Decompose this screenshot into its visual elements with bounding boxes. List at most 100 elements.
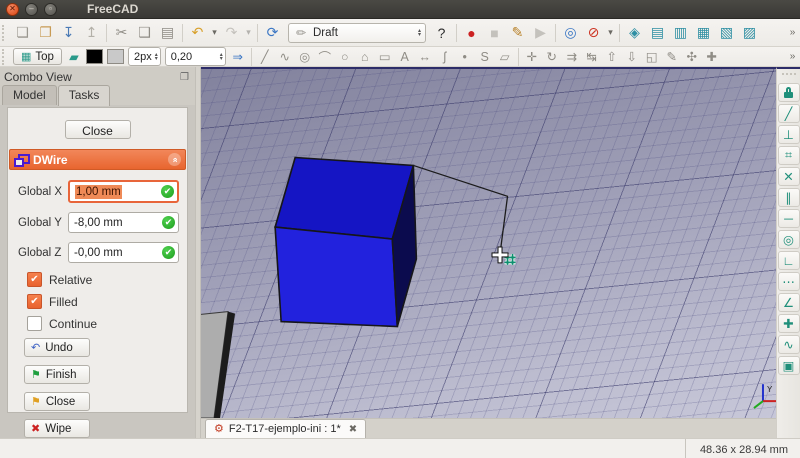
paste-icon[interactable]: ▤ [156, 21, 179, 44]
draft-move-icon[interactable]: ✛ [522, 48, 542, 65]
cube-front-face[interactable] [275, 227, 397, 326]
draft-subelement-icon[interactable]: ✣ [682, 48, 702, 65]
finish-button[interactable]: ⚑ Finish [24, 365, 90, 384]
snap-angle-icon[interactable]: ∠ [778, 293, 800, 312]
draft-line-icon[interactable]: ╱ [255, 48, 275, 65]
draft-shapestring-icon[interactable]: S [475, 48, 495, 65]
macro-stop-icon[interactable]: ■ [483, 21, 506, 44]
draft-bezier-icon[interactable]: ʃ [435, 48, 455, 65]
draft-arc-icon[interactable]: ⌒ [315, 48, 335, 65]
3d-viewport[interactable]: Y x [201, 67, 776, 418]
construction-mode-icon[interactable]: ▰ [64, 48, 84, 65]
snap-perpendicular-icon[interactable]: ⊥ [778, 125, 800, 144]
snap-scale-arrows[interactable]: ▴▾ [220, 53, 223, 61]
draft-polygon-icon[interactable]: ⌂ [355, 48, 375, 65]
toolbar-handle[interactable] [782, 73, 796, 79]
global-y-input[interactable]: -8,00 mm ✔ [68, 212, 179, 233]
toolbar-overflow-button[interactable]: » [787, 48, 798, 65]
relative-checkbox[interactable]: ✔ [27, 272, 42, 287]
undo-menu-icon[interactable]: ▾ [209, 21, 220, 44]
continue-checkbox[interactable]: ✔ [27, 316, 42, 331]
line-color-swatch[interactable] [86, 49, 103, 64]
snap-workingplane-icon[interactable]: ▣ [778, 356, 800, 375]
draft-wire-icon[interactable]: ∿ [275, 48, 295, 65]
draft-trimex-icon[interactable]: ↹ [582, 48, 602, 65]
draft-scale-icon[interactable]: ◱ [642, 48, 662, 65]
draft-text-icon[interactable]: A [395, 48, 415, 65]
working-plane-button[interactable]: ▦ Top [13, 48, 62, 65]
cut-icon[interactable]: ✂ [110, 21, 133, 44]
snap-lock-icon[interactable] [778, 83, 800, 102]
view-top-icon[interactable]: ▥ [669, 21, 692, 44]
snap-special-icon[interactable]: ✚ [778, 314, 800, 333]
refresh-icon[interactable]: ⟳ [261, 21, 284, 44]
toolbar-handle[interactable] [2, 49, 8, 65]
view-front-icon[interactable]: ▤ [646, 21, 669, 44]
copy-icon[interactable]: ❑ [133, 21, 156, 44]
window-maximize-button[interactable]: ▫ [44, 3, 57, 16]
workbench-selector[interactable]: ✏ Draft ▴▾ [288, 23, 426, 43]
draft-rotate-icon[interactable]: ↻ [542, 48, 562, 65]
apply-style-icon[interactable]: ⇒ [228, 48, 248, 65]
combo-spin-arrows[interactable]: ▴▾ [418, 29, 421, 37]
redo-icon[interactable]: ↷ [220, 21, 243, 44]
snap-extension-icon[interactable]: ─ [778, 209, 800, 228]
undo-button[interactable]: ↶ Undo [24, 338, 90, 357]
collapse-task-icon[interactable]: » [168, 153, 181, 166]
wipe-button[interactable]: ✖ Wipe [24, 419, 90, 438]
view-rear-icon[interactable]: ▧ [715, 21, 738, 44]
snap-dimensions-icon[interactable]: ⋯ [778, 272, 800, 291]
view-bottom-icon[interactable]: ▨ [738, 21, 761, 44]
face-color-swatch[interactable] [107, 49, 124, 64]
open-file-icon[interactable]: ❐ [34, 21, 57, 44]
draft-downgrade-icon[interactable]: ⇩ [622, 48, 642, 65]
draft-rectangle-icon[interactable]: ▭ [375, 48, 395, 65]
snap-center-icon[interactable]: ◎ [778, 230, 800, 249]
draw-style-menu-icon[interactable]: ▾ [605, 21, 616, 44]
whats-this-icon[interactable]: ? [430, 21, 453, 44]
snap-scale-spinbox[interactable]: 0,20 ▴▾ [165, 47, 226, 66]
draft-dimension-icon[interactable]: ↔ [415, 48, 435, 65]
tab-model[interactable]: Model [2, 85, 57, 105]
tab-tasks[interactable]: Tasks [58, 85, 111, 106]
document-tab-close-icon[interactable]: ✖ [349, 424, 357, 435]
draft-point-icon[interactable]: • [455, 48, 475, 65]
draft-edit-icon[interactable]: ✎ [662, 48, 682, 65]
view-right-icon[interactable]: ▦ [692, 21, 715, 44]
cube-top-face[interactable] [275, 157, 413, 239]
draft-upgrade-icon[interactable]: ⇧ [602, 48, 622, 65]
dwire-task-header[interactable]: DWire » [9, 149, 186, 170]
snap-parallel-icon[interactable]: ∥ [778, 188, 800, 207]
draft-addpoint-icon[interactable]: ✚ [702, 48, 722, 65]
global-x-input[interactable]: 1,00 mm ✔ [68, 180, 179, 203]
toolbar-handle[interactable] [2, 25, 8, 41]
toolbar-overflow-button[interactable]: » [787, 21, 798, 44]
draw-style-icon[interactable]: ⊘ [582, 21, 605, 44]
undo-icon[interactable]: ↶ [186, 21, 209, 44]
fit-all-icon[interactable]: ◎ [559, 21, 582, 44]
window-minimize-button[interactable]: – [25, 3, 38, 16]
view-axonometric-icon[interactable]: ◈ [623, 21, 646, 44]
global-z-input[interactable]: -0,00 mm ✔ [68, 242, 179, 263]
filled-checkbox[interactable]: ✔ [27, 294, 42, 309]
save-file-icon[interactable]: ↧ [57, 21, 80, 44]
document-tab[interactable]: ⚙ F2-T17-ejemplo-ini : 1* ✖ [205, 419, 366, 438]
line-width-arrows[interactable]: ▴▾ [155, 53, 158, 61]
snap-intersection-icon[interactable]: ✕ [778, 167, 800, 186]
redo-menu-icon[interactable]: ▾ [243, 21, 254, 44]
macro-edit-icon[interactable]: ✎ [506, 21, 529, 44]
snap-endpoint-icon[interactable]: ╱ [778, 104, 800, 123]
macro-record-icon[interactable]: ● [460, 21, 483, 44]
close-wire-button[interactable]: ⚑ Close [24, 392, 90, 411]
task-close-button[interactable]: Close [65, 120, 131, 139]
window-close-button[interactable]: ✕ [6, 3, 19, 16]
draft-ellipse-icon[interactable]: ○ [335, 48, 355, 65]
new-file-icon[interactable]: ❏ [11, 21, 34, 44]
draft-facebinder-icon[interactable]: ▱ [495, 48, 515, 65]
export-file-icon[interactable]: ↥ [80, 21, 103, 44]
snap-ortho-icon[interactable]: ∟ [778, 251, 800, 270]
snap-grid-icon[interactable]: ⌗ [778, 146, 800, 165]
float-panel-icon[interactable]: ❐ [180, 72, 189, 83]
snap-near-icon[interactable]: ∿ [778, 335, 800, 354]
line-width-spinbox[interactable]: 2px ▴▾ [128, 47, 161, 66]
